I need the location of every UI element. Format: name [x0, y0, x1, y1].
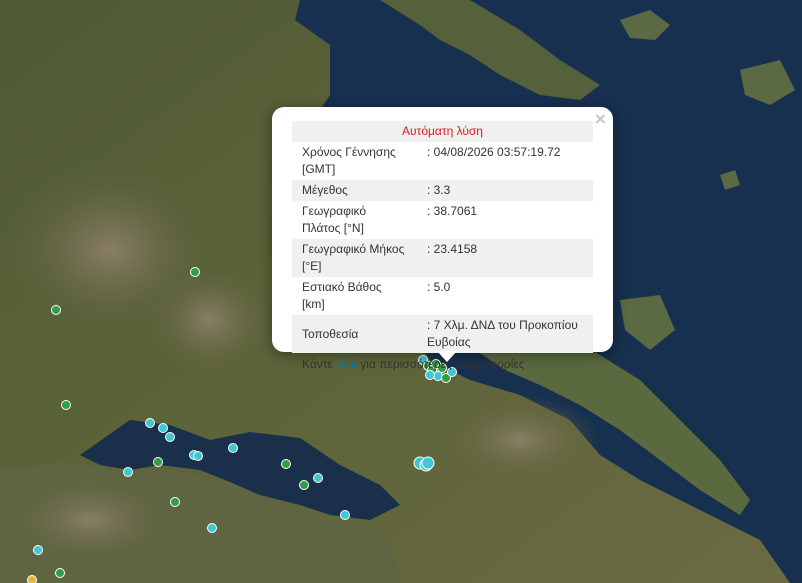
row-label: Εστιακό Βάθος [km]: [302, 280, 382, 311]
earthquake-marker[interactable]: [313, 473, 323, 483]
earthquake-marker[interactable]: [61, 400, 71, 410]
table-row: Τοποθεσία: 7 Χλμ. ΔΝΔ του Προκοπίου Ευβο…: [292, 315, 593, 353]
row-label: Γεωγραφικό Μήκος [°E]: [292, 239, 417, 277]
row-label: Χρόνος Γέννησης [GMT]: [302, 145, 396, 176]
earthquake-marker[interactable]: [421, 456, 435, 470]
more-info-link[interactable]: κλικ: [336, 357, 357, 371]
earthquake-marker[interactable]: [153, 457, 163, 467]
earthquake-marker[interactable]: [123, 467, 133, 477]
earthquake-marker[interactable]: [193, 451, 203, 461]
table-row: Εστιακό Βάθος [km] : 5.0: [292, 277, 593, 315]
footer-prefix: Κάντε: [302, 357, 333, 371]
table-row: Γεωγραφικό Πλάτος [°N] : 38.7061: [292, 201, 593, 239]
table-row: Μέγεθος: 3.3: [292, 180, 593, 201]
row-label: Γεωγραφικό Πλάτος [°N]: [302, 204, 367, 235]
solution-title: Αυτόματη λύση: [292, 121, 593, 142]
row-label: Τοποθεσία: [292, 315, 417, 353]
popup-pointer: [437, 351, 457, 362]
earthquake-marker[interactable]: [228, 443, 238, 453]
earthquake-marker[interactable]: [190, 267, 200, 277]
earthquake-marker[interactable]: [27, 575, 37, 583]
mountain-area: [140, 260, 280, 380]
earthquake-popup: × Αυτόματη λύση Χρόνος Γέννησης [GMT] : 0…: [272, 107, 613, 371]
earthquake-marker[interactable]: [207, 523, 217, 533]
earthquake-marker[interactable]: [425, 370, 435, 380]
table-row: Χρόνος Γέννησης [GMT] : 04/08/2026 03:57:…: [292, 142, 593, 180]
earthquake-marker[interactable]: [281, 459, 291, 469]
earthquake-marker[interactable]: [170, 497, 180, 507]
earthquake-marker[interactable]: [158, 423, 168, 433]
row-value: : 7 Χλμ. ΔΝΔ του Προκοπίου Ευβοίας: [417, 315, 593, 353]
earthquake-marker[interactable]: [55, 568, 65, 578]
row-value: : 5.0: [427, 280, 451, 294]
row-label: Μέγεθος: [292, 180, 417, 201]
row-value: : 23.4158: [417, 239, 593, 277]
earthquake-marker[interactable]: [33, 545, 43, 555]
mountain-area: [440, 395, 600, 485]
row-value: : 3.3: [417, 180, 593, 201]
mountain-area: [0, 470, 180, 570]
info-table: Αυτόματη λύση Χρόνος Γέννησης [GMT] : 04/…: [292, 121, 593, 353]
close-icon[interactable]: ×: [594, 111, 607, 127]
earthquake-marker[interactable]: [165, 432, 175, 442]
title-row: Αυτόματη λύση: [292, 121, 593, 142]
row-value: : 38.7061: [427, 204, 478, 218]
earthquake-marker[interactable]: [145, 418, 155, 428]
earthquake-marker[interactable]: [340, 510, 350, 520]
earthquake-marker[interactable]: [51, 305, 61, 315]
table-row: Γεωγραφικό Μήκος [°E]: 23.4158: [292, 239, 593, 277]
earthquake-marker[interactable]: [299, 480, 309, 490]
row-value: : 04/08/2026 03:57:19.72: [427, 145, 561, 159]
